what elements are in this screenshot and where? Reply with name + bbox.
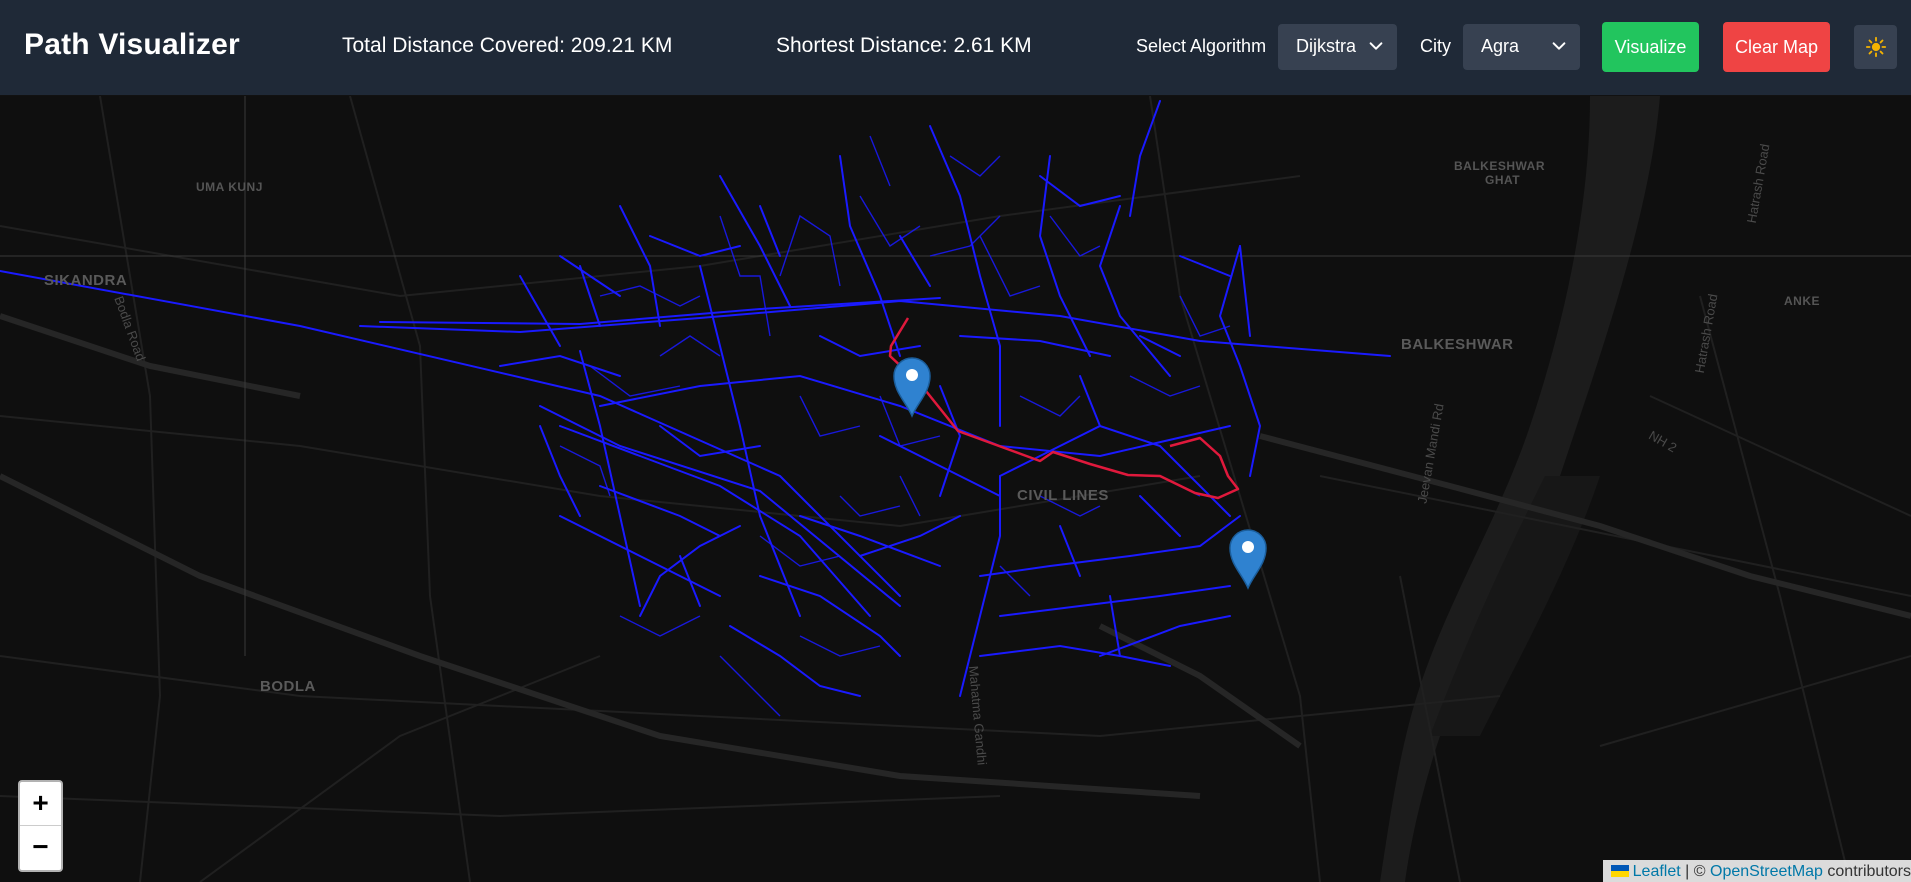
place-label-bodla: BODLA	[260, 678, 316, 695]
place-label-anke: ANKE	[1784, 294, 1821, 308]
map-attribution: Leaflet | © OpenStreetMap contributors	[1602, 860, 1911, 882]
zoom-control: + −	[18, 780, 63, 872]
place-label-balkeshwar: BALKESHWAR	[1401, 336, 1514, 353]
shortest-distance-value: 2.61 KM	[953, 34, 1032, 57]
place-label-uma-kunj: UMA KUNJ	[196, 180, 263, 194]
shortest-distance-stat: Shortest Distance: 2.61 KM	[776, 34, 1032, 58]
place-label-civil-lines: CIVIL LINES	[1017, 487, 1109, 504]
sun-icon	[1865, 36, 1886, 58]
chevron-down-icon	[1552, 42, 1566, 50]
clear-map-button[interactable]: Clear Map	[1723, 22, 1830, 72]
place-label-balkeshwar-ghat-1: BALKESHWAR	[1454, 159, 1545, 173]
top-navbar: Path Visualizer Total Distance Covered: …	[0, 0, 1911, 96]
map-base-layer	[0, 96, 1911, 882]
city-label: City	[1420, 36, 1451, 56]
start-marker-icon[interactable]	[892, 356, 932, 418]
ukraine-flag-icon	[1610, 865, 1629, 877]
end-marker-icon[interactable]	[1228, 528, 1268, 590]
shortest-distance-label: Shortest Distance:	[776, 34, 948, 57]
zoom-in-button[interactable]: +	[20, 782, 61, 826]
place-label-sikandra: SIKANDRA	[44, 272, 128, 289]
attribution-contributors: contributors	[1827, 863, 1911, 880]
openstreetmap-link[interactable]: OpenStreetMap	[1710, 863, 1823, 880]
leaflet-link[interactable]: Leaflet	[1633, 863, 1681, 880]
place-label-balkeshwar-ghat-2: GHAT	[1485, 173, 1521, 187]
chevron-down-icon	[1369, 42, 1383, 50]
total-distance-stat: Total Distance Covered: 209.21 KM	[342, 34, 672, 58]
zoom-out-button[interactable]: −	[20, 826, 61, 870]
city-select-value: Agra	[1481, 36, 1520, 56]
attribution-separator: | ©	[1685, 863, 1706, 880]
algorithm-select-value: Dijkstra	[1296, 36, 1357, 56]
algorithm-select[interactable]: Dijkstra	[1278, 24, 1397, 70]
total-distance-label: Total Distance Covered:	[342, 34, 565, 57]
algorithm-label: Select Algorithm	[1136, 36, 1267, 56]
theme-toggle-button[interactable]	[1854, 25, 1897, 69]
total-distance-value: 209.21 KM	[570, 34, 673, 57]
city-select[interactable]: Agra	[1463, 24, 1580, 70]
map-canvas[interactable]: UMA KUNJ SIKANDRA BALKESHWAR GHAT BALKES…	[0, 96, 1911, 882]
visualize-button[interactable]: Visualize	[1602, 22, 1699, 72]
app-title: Path Visualizer	[24, 28, 240, 61]
